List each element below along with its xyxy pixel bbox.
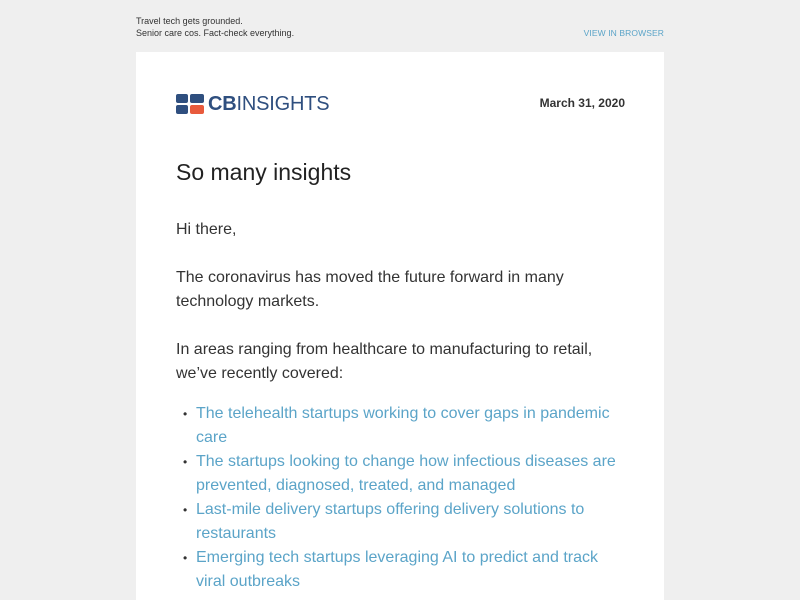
coverage-paragraph: In areas ranging from healthcare to manu… bbox=[176, 341, 593, 382]
view-in-browser-link[interactable]: VIEW IN BROWSER bbox=[584, 27, 664, 39]
ai-outbreak-article-link[interactable]: Emerging tech startups leveraging AI to … bbox=[196, 549, 598, 590]
bullet-icon: • bbox=[183, 407, 188, 421]
email-page: Travel tech gets grounded. Senior care c… bbox=[0, 0, 800, 600]
email-title: So many insights bbox=[176, 159, 352, 185]
bullet-icon: • bbox=[183, 503, 188, 517]
last-mile-delivery-article-link[interactable]: Last-mile delivery startups offering del… bbox=[196, 501, 584, 542]
logo-cb-text: CB bbox=[208, 93, 237, 115]
preheader: Travel tech gets grounded. Senior care c… bbox=[136, 15, 664, 39]
bullet-icon: • bbox=[183, 455, 188, 469]
list-item: • The startups looking to change how inf… bbox=[176, 450, 625, 498]
cb-insights-logo[interactable]: CBINSIGHTS bbox=[176, 92, 330, 116]
coverage-link-list: • The telehealth startups working to cov… bbox=[176, 402, 625, 594]
bullet-icon: • bbox=[183, 551, 188, 565]
cb-insights-logo-icon bbox=[176, 94, 204, 114]
logo-wordmark: CBINSIGHTS bbox=[208, 92, 330, 116]
list-item: • The telehealth startups working to cov… bbox=[176, 402, 625, 450]
preheader-line-1: Travel tech gets grounded. bbox=[136, 16, 243, 26]
logo-insights-text: INSIGHTS bbox=[236, 93, 330, 115]
infectious-disease-article-link[interactable]: The startups looking to change how infec… bbox=[196, 453, 616, 494]
list-item: • Last-mile delivery startups offering d… bbox=[176, 498, 625, 546]
telehealth-article-link[interactable]: The telehealth startups working to cover… bbox=[196, 405, 610, 446]
email-card: CBINSIGHTS March 31, 2020 So many insigh… bbox=[136, 52, 664, 600]
email-header: CBINSIGHTS March 31, 2020 bbox=[176, 92, 625, 116]
email-date: March 31, 2020 bbox=[539, 96, 625, 110]
list-item: • Emerging tech startups leveraging AI t… bbox=[176, 546, 625, 594]
intro-paragraph: The coronavirus has moved the future for… bbox=[176, 269, 564, 310]
greeting-text: Hi there, bbox=[176, 221, 237, 238]
